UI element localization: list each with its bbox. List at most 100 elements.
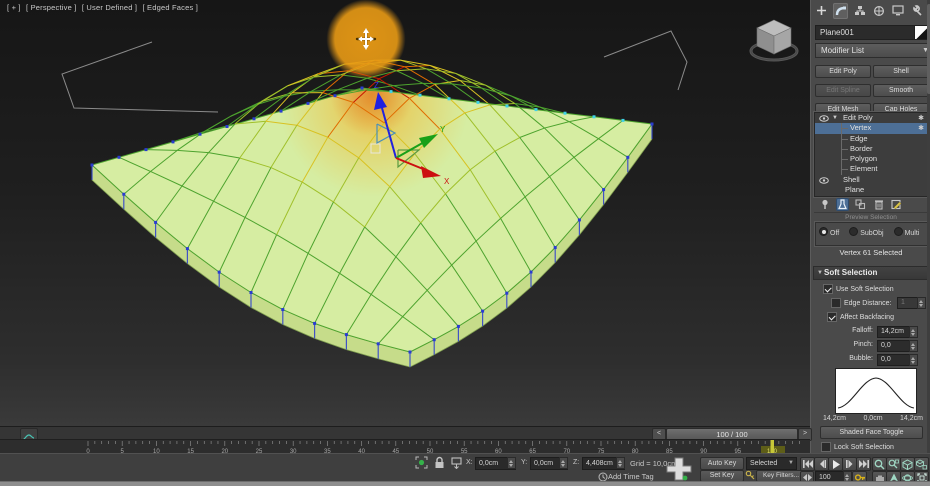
- next-frame-transport-button[interactable]: [842, 457, 857, 471]
- display-tab-icon[interactable]: [890, 3, 905, 19]
- motion-tab-icon[interactable]: [871, 3, 886, 19]
- stack-row-edge[interactable]: Edge: [815, 133, 927, 144]
- taskbar-edge: [0, 481, 930, 486]
- previous-frame-transport-button[interactable]: [814, 457, 829, 471]
- perspective-viewport[interactable]: Z Y X [ + ] [ Perspective ] [ User Defined…: [0, 0, 811, 426]
- status-bar: X: 0,0cm Y: 0,0cm Z: 4,408cm Grid = 10,0…: [0, 453, 930, 484]
- preview-selection-options: Off SubObj Multi: [819, 227, 927, 237]
- spinner-arrows[interactable]: [917, 297, 926, 309]
- shaded-face-toggle-button[interactable]: Shaded Face Toggle: [820, 426, 923, 439]
- stack-row-polygon[interactable]: Polygon: [815, 154, 927, 165]
- edge-distance-checkbox[interactable]: Edge Distance:: [831, 298, 891, 308]
- viewport-menu-shading[interactable]: [ Edged Faces ]: [142, 3, 198, 12]
- x-label: X:: [466, 459, 473, 466]
- zoom-extents-button[interactable]: [900, 457, 915, 471]
- stack-row-shell[interactable]: Shell: [815, 175, 927, 185]
- command-panel-tabs: [811, 0, 930, 21]
- gizmo-x-label: X: [444, 177, 450, 186]
- zoom-button[interactable]: [872, 457, 887, 471]
- use-soft-selection-checkbox[interactable]: Use Soft Selection: [823, 284, 894, 294]
- spinner-arrows[interactable]: [616, 457, 625, 469]
- selection-lock-icon[interactable]: [432, 456, 446, 469]
- zoom-all-button[interactable]: [886, 457, 901, 471]
- spinner-arrows[interactable]: [507, 457, 516, 469]
- command-panel: Plane001 Modifier List ▼ Edit Poly ShellEd…: [810, 0, 930, 453]
- y-coordinate-field[interactable]: 0,0cm: [530, 457, 568, 470]
- lock-soft-selection-checkbox[interactable]: Lock Soft Selection: [821, 442, 894, 452]
- spinner-arrows[interactable]: [909, 340, 918, 352]
- utilities-tab-icon[interactable]: [909, 3, 924, 19]
- stack-row-border[interactable]: Border: [815, 143, 927, 155]
- absolute-mode-icon[interactable]: [449, 456, 463, 469]
- spinner-arrows[interactable]: [909, 326, 918, 338]
- add-time-tag[interactable]: Add Time Tag: [608, 472, 654, 481]
- bubble-label: Bubble:: [849, 355, 873, 362]
- click-highlight-overlay: [326, 0, 406, 79]
- falloff-field[interactable]: 14,2cm: [877, 326, 918, 338]
- stack-row-vertex[interactable]: Vertex ✱: [815, 123, 927, 134]
- viewport-scene: Z Y X: [61, 30, 688, 368]
- falloff-label: Falloff:: [852, 327, 873, 334]
- pinch-field[interactable]: 0,0: [877, 340, 918, 352]
- z-coordinate-field[interactable]: 4,408cm: [582, 457, 625, 470]
- track-bar[interactable]: 0510152025303540455055606570758085909510…: [0, 439, 810, 455]
- gizmo-y-label: Y: [440, 125, 446, 134]
- viewport-label: [ + ] [ Perspective ] [ User Defined ] […: [7, 3, 201, 12]
- eye-icon[interactable]: [819, 176, 829, 184]
- eye-icon[interactable]: [819, 115, 829, 122]
- gizmo-z-label: Z: [374, 81, 379, 90]
- object-name-field[interactable]: Plane001: [815, 25, 916, 40]
- edit-spline-button: Edit Spline: [815, 84, 871, 97]
- preview-selection-title: Preview Selection: [845, 214, 897, 221]
- edge-distance-field[interactable]: 1: [897, 297, 926, 309]
- move-cursor-icon: [355, 28, 377, 50]
- y-label: Y:: [521, 459, 528, 466]
- affect-backfacing-checkbox[interactable]: Affect Backfacing: [827, 312, 894, 322]
- expand-arrow-icon[interactable]: ▼: [832, 113, 838, 123]
- play-button[interactable]: [828, 457, 843, 471]
- pinch-label: Pinch:: [853, 341, 873, 348]
- hierarchy-tab-icon[interactable]: [852, 3, 867, 19]
- go-to-end-button[interactable]: [856, 457, 871, 471]
- isolate-selection-icon[interactable]: [414, 456, 428, 469]
- stack-toolbar: [814, 197, 930, 213]
- time-slider-row: < 100 / 100 >: [0, 426, 812, 441]
- edit-poly-button[interactable]: Edit Poly: [815, 65, 871, 78]
- shell-button[interactable]: Shell: [873, 65, 929, 78]
- spinner-arrows[interactable]: [909, 354, 918, 366]
- falloff-curve-labels: 14,2cm 0,0cm 14,2cm: [823, 415, 923, 422]
- falloff-curve-graph: [835, 368, 917, 414]
- configure-modifier-sets-icon[interactable]: [890, 198, 903, 211]
- viewport-menu-user[interactable]: [ User Defined ]: [82, 3, 137, 12]
- viewcube[interactable]: [742, 10, 806, 68]
- viewport-menu-pov[interactable]: [ Perspective ]: [26, 3, 77, 12]
- pin-stack-icon[interactable]: [818, 198, 831, 211]
- viewport-menu-general[interactable]: [ + ]: [7, 3, 21, 12]
- preview-option-multi[interactable]: Multi: [893, 227, 919, 237]
- spinner-arrows[interactable]: [559, 457, 568, 469]
- soft-selection-rollout-header[interactable]: ▼ Soft Selection: [813, 266, 930, 280]
- modifier-stack: ▼ Edit Poly ✱ Vertex ✱ Edge Border Polygon Eleme…: [814, 112, 928, 197]
- auto-key-button[interactable]: Auto Key: [700, 457, 744, 470]
- chevron-down-icon: ▼: [788, 460, 794, 466]
- stack-row-edit-poly[interactable]: ▼ Edit Poly ✱: [815, 113, 927, 123]
- 3dsmax-window: Z Y X [ + ] [ Perspective ] [ User Defined…: [0, 0, 930, 486]
- selection-status-text: Vertex 61 Selected: [839, 248, 903, 257]
- create-tab-icon[interactable]: [814, 3, 829, 19]
- bubble-field[interactable]: 0,0: [877, 354, 918, 366]
- preview-option-subobj[interactable]: SubObj: [849, 227, 884, 237]
- modify-tab-icon[interactable]: [833, 2, 848, 19]
- remove-modifier-icon[interactable]: [872, 198, 885, 211]
- modifier-list-dropdown[interactable]: Modifier List ▼: [815, 43, 930, 58]
- preview-option-off[interactable]: Off: [819, 227, 839, 237]
- zoom-extents-all-button[interactable]: [914, 457, 929, 471]
- smooth-button[interactable]: Smooth: [873, 84, 929, 97]
- show-end-result-icon[interactable]: [836, 198, 849, 211]
- stack-row-plane[interactable]: Plane: [815, 185, 927, 195]
- make-unique-icon[interactable]: [854, 198, 867, 211]
- plus-cursor-overlay: [666, 457, 692, 481]
- x-coordinate-field[interactable]: 0,0cm: [475, 457, 516, 470]
- go-to-start-button[interactable]: [800, 457, 815, 471]
- rollout-arrow-icon: ▼: [817, 270, 823, 276]
- stack-row-element[interactable]: Element: [815, 164, 927, 175]
